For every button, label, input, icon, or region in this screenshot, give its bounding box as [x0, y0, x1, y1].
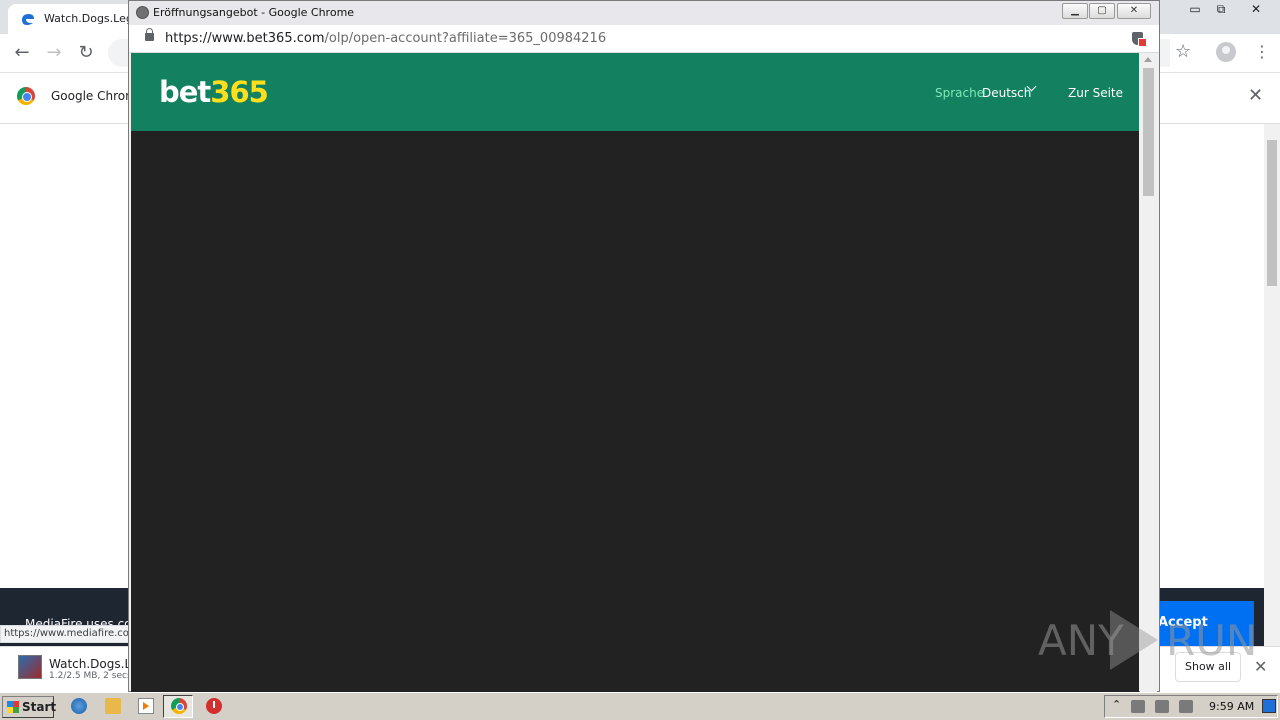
popup-window: Eröffnungsangebot - Google Chrome ▁ ▢ ✕ …: [128, 0, 1160, 693]
site-header: bet365 Sprache Deutsch Zur Seite: [131, 53, 1139, 131]
speaker-icon[interactable]: [1131, 700, 1145, 713]
window-restore-button[interactable]: ⧉: [1206, 0, 1236, 18]
go-to-site-link[interactable]: Zur Seite: [1068, 86, 1123, 100]
edge-icon: [22, 14, 34, 25]
scroll-up-arrow-icon[interactable]: [1144, 57, 1152, 62]
forward-arrow-icon[interactable]: →: [43, 42, 65, 64]
network-icon[interactable]: [1155, 700, 1169, 713]
star-icon[interactable]: ☆: [1175, 41, 1191, 62]
flag-icon[interactable]: [1179, 700, 1193, 713]
background-tab-title: Watch.Dogs.Legion: [44, 12, 136, 25]
download-progress-text: 1.2/2.5 MB, 2 secs left: [49, 671, 129, 681]
watermark: ANY RUN: [1038, 608, 1257, 672]
language-label: Sprache: [935, 86, 985, 100]
shield-icon[interactable]: [1132, 32, 1147, 47]
popup-scrollbar[interactable]: [1140, 53, 1157, 693]
avatar-icon[interactable]: [1216, 42, 1236, 62]
folder-icon[interactable]: [105, 698, 121, 714]
show-desktop-icon[interactable]: [1262, 699, 1276, 713]
reload-icon[interactable]: ↻: [75, 42, 97, 64]
clock[interactable]: 9:59 AM: [1209, 700, 1254, 713]
back-arrow-icon[interactable]: ←: [11, 42, 33, 64]
url-host: https://www.bet365.com: [165, 31, 325, 46]
url-path: /olp/open-account?affiliate=365_00984216: [324, 31, 607, 46]
bet365-logo[interactable]: bet365: [159, 75, 269, 109]
chrome-icon[interactable]: [171, 698, 187, 714]
popup-maximize-button[interactable]: ▢: [1089, 3, 1115, 19]
popup-minimize-button[interactable]: ▁: [1062, 3, 1088, 19]
start-label: Start: [22, 700, 57, 714]
windows-logo-icon: [7, 701, 19, 713]
archive-file-icon[interactable]: [18, 655, 42, 679]
popup-window-title: Eröffnungsangebot - Google Chrome: [153, 6, 355, 19]
system-tray: ⌃ 9:59 AM: [1104, 695, 1278, 718]
popup-scroll-thumb[interactable]: [1143, 68, 1154, 196]
lock-icon[interactable]: [145, 28, 154, 41]
status-bar-url: https://www.mediafire.com: [0, 625, 140, 643]
menu-icon[interactable]: ⋮: [1254, 42, 1270, 61]
infobar-text: Google Chrome: [51, 89, 131, 103]
close-icon[interactable]: ✕: [1248, 85, 1263, 106]
block-icon[interactable]: [206, 698, 222, 714]
window-close-button[interactable]: ✕: [1236, 0, 1276, 18]
language-selector[interactable]: Deutsch: [982, 86, 1031, 100]
ie-icon[interactable]: [71, 698, 87, 714]
media-player-icon[interactable]: [138, 698, 154, 714]
popup-url[interactable]: https://www.bet365.com/olp/open-account?…: [165, 31, 606, 46]
popup-address-bar[interactable]: https://www.bet365.com/olp/open-account?…: [129, 25, 1159, 53]
download-file-name[interactable]: Watch.Dogs.Legion: [49, 657, 129, 671]
chrome-icon: [136, 6, 149, 19]
logo-text-part2: 365: [210, 75, 269, 109]
chrome-icon: [17, 87, 35, 105]
start-button[interactable]: Start: [2, 696, 57, 718]
watermark-text-right: RUN: [1166, 616, 1258, 665]
popup-titlebar[interactable]: Eröffnungsangebot - Google Chrome ▁ ▢ ✕: [129, 1, 1159, 25]
background-scroll-thumb[interactable]: [1267, 140, 1277, 286]
logo-text-part1: bet: [159, 75, 211, 109]
play-icon: [1110, 610, 1158, 670]
popup-close-button[interactable]: ✕: [1117, 3, 1151, 19]
popup-page-content: bet365 Sprache Deutsch Zur Seite: [131, 53, 1139, 693]
tray-expand-icon[interactable]: ⌃: [1112, 698, 1121, 711]
background-tab[interactable]: Watch.Dogs.Legion: [8, 4, 138, 34]
